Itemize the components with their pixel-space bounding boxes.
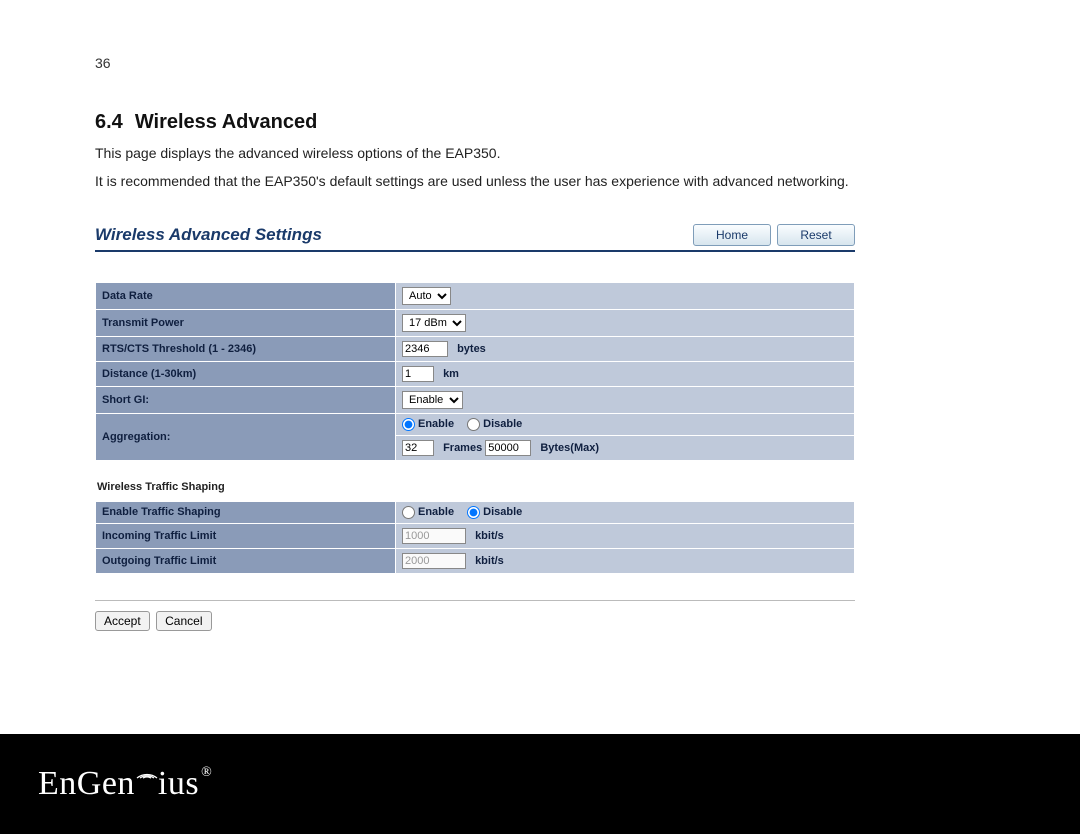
input-distance[interactable] bbox=[402, 366, 434, 382]
label-agg-frames: Frames bbox=[443, 442, 482, 454]
select-transmit-power[interactable]: 17 dBm bbox=[402, 314, 466, 332]
signal-arc-icon bbox=[136, 761, 158, 779]
input-incoming[interactable] bbox=[402, 528, 466, 544]
page-footer: EnGen ius® bbox=[0, 734, 1080, 834]
radio-label-enable: Enable bbox=[418, 418, 454, 430]
section-number: 6.4 bbox=[95, 111, 123, 133]
label-enable-traffic: Enable Traffic Shaping bbox=[96, 501, 396, 523]
row-enable-traffic: Enable Traffic Shaping Enable Disable bbox=[96, 501, 855, 523]
brand-logo: EnGen ius® bbox=[38, 765, 212, 803]
radio-aggregation-disable-wrap[interactable]: Disable bbox=[467, 418, 522, 430]
row-rts-threshold: RTS/CTS Threshold (1 - 2346) bytes bbox=[96, 336, 855, 361]
section-heading: 6.4 Wireless Advanced bbox=[95, 111, 985, 134]
radio-traffic-disable-wrap[interactable]: Disable bbox=[467, 506, 522, 518]
radio-traffic-disable[interactable] bbox=[467, 506, 480, 519]
unit-outgoing: kbit/s bbox=[475, 555, 504, 567]
settings-screenshot: Wireless Advanced Settings Home Reset Da… bbox=[95, 224, 855, 631]
row-distance: Distance (1-30km) km bbox=[96, 361, 855, 386]
radio-aggregation-enable[interactable] bbox=[402, 418, 415, 431]
brand-part2: ius bbox=[158, 765, 199, 803]
label-incoming: Incoming Traffic Limit bbox=[96, 523, 396, 548]
document-page: 36 6.4 Wireless Advanced This page displa… bbox=[0, 0, 1080, 631]
radio-label-disable: Disable bbox=[483, 418, 522, 430]
traffic-shaping-heading: Wireless Traffic Shaping bbox=[97, 481, 855, 493]
row-short-gi: Short GI: Enable bbox=[96, 386, 855, 413]
brand-part1: EnGen bbox=[38, 765, 135, 803]
section-title: Wireless Advanced bbox=[135, 111, 318, 133]
input-rts[interactable] bbox=[402, 341, 448, 357]
radio-traffic-enable-wrap[interactable]: Enable bbox=[402, 506, 454, 518]
select-short-gi[interactable]: Enable bbox=[402, 391, 463, 409]
label-outgoing: Outgoing Traffic Limit bbox=[96, 548, 396, 573]
unit-distance: km bbox=[443, 368, 459, 380]
label-agg-bytes: Bytes(Max) bbox=[540, 442, 599, 454]
settings-title: Wireless Advanced Settings bbox=[95, 225, 687, 245]
row-data-rate: Data Rate Auto bbox=[96, 282, 855, 309]
row-outgoing-limit: Outgoing Traffic Limit kbit/s bbox=[96, 548, 855, 573]
label-short-gi: Short GI: bbox=[96, 386, 396, 413]
unit-rts: bytes bbox=[457, 343, 486, 355]
label-data-rate: Data Rate bbox=[96, 282, 396, 309]
input-agg-frames[interactable] bbox=[402, 440, 434, 456]
home-button[interactable]: Home bbox=[693, 224, 771, 246]
reset-button[interactable]: Reset bbox=[777, 224, 855, 246]
traffic-table: Enable Traffic Shaping Enable Disable In… bbox=[95, 501, 855, 574]
input-outgoing[interactable] bbox=[402, 553, 466, 569]
label-aggregation: Aggregation: bbox=[96, 413, 396, 460]
select-data-rate[interactable]: Auto bbox=[402, 287, 451, 305]
settings-header: Wireless Advanced Settings Home Reset bbox=[95, 224, 855, 252]
input-agg-bytes[interactable] bbox=[485, 440, 531, 456]
intro-line-1: This page displays the advanced wireless… bbox=[95, 142, 985, 166]
accept-button[interactable]: Accept bbox=[95, 611, 150, 631]
row-incoming-limit: Incoming Traffic Limit kbit/s bbox=[96, 523, 855, 548]
cancel-button[interactable]: Cancel bbox=[156, 611, 211, 631]
row-transmit-power: Transmit Power 17 dBm bbox=[96, 309, 855, 336]
radio-traffic-disable-label: Disable bbox=[483, 506, 522, 518]
row-aggregation: Aggregation: Enable Disable bbox=[96, 413, 855, 435]
radio-traffic-enable[interactable] bbox=[402, 506, 415, 519]
settings-table: Data Rate Auto Transmit Power 17 dBm RTS… bbox=[95, 282, 855, 461]
intro-line-2: It is recommended that the EAP350's defa… bbox=[95, 170, 985, 194]
radio-aggregation-enable-wrap[interactable]: Enable bbox=[402, 418, 454, 430]
label-rts: RTS/CTS Threshold (1 - 2346) bbox=[96, 336, 396, 361]
label-distance: Distance (1-30km) bbox=[96, 361, 396, 386]
page-number: 36 bbox=[95, 55, 985, 71]
radio-aggregation-disable[interactable] bbox=[467, 418, 480, 431]
radio-traffic-enable-label: Enable bbox=[418, 506, 454, 518]
label-transmit-power: Transmit Power bbox=[96, 309, 396, 336]
brand-registered: ® bbox=[201, 765, 212, 781]
unit-incoming: kbit/s bbox=[475, 530, 504, 542]
action-row: Accept Cancel bbox=[95, 600, 855, 631]
